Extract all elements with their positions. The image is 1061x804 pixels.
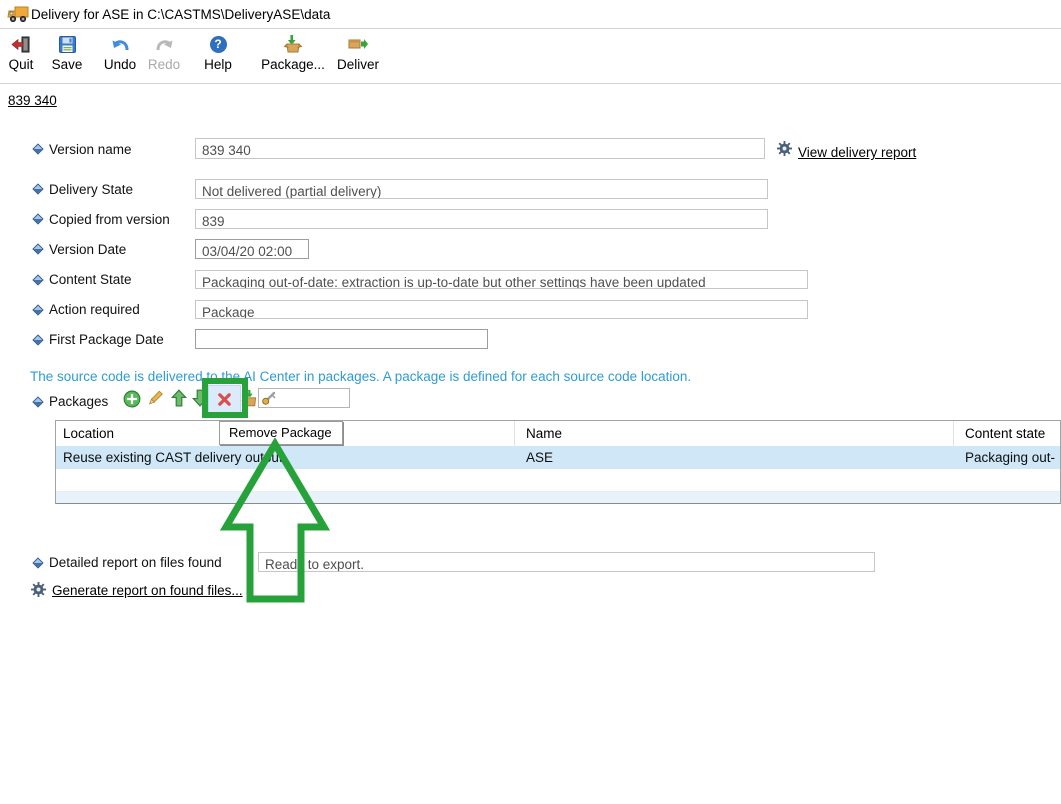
annotation-highlight-rectangle [202, 378, 248, 418]
bullet-diamond-icon [32, 274, 43, 285]
content-state-field: Packaging out-of-date: extraction is up-… [195, 270, 808, 289]
delivery-window: Delivery for ASE in C:\CASTMS\DeliveryAS… [0, 0, 1061, 804]
action-required-label: Action required [49, 302, 140, 317]
toolbar-separator [0, 83, 1061, 84]
table-row-selected[interactable]: Reuse existing CAST delivery output ASE … [56, 446, 1060, 469]
undo-label: Undo [96, 57, 144, 72]
content-state-label: Content State [49, 272, 132, 287]
undo-arrow-icon [96, 33, 144, 55]
quit-label: Quit [0, 57, 42, 72]
package-button[interactable]: Package... [259, 33, 327, 79]
first-package-date-field[interactable] [195, 329, 488, 349]
bullet-diamond-icon [32, 334, 43, 345]
package-label: Package... [259, 57, 327, 72]
cell-name: ASE [526, 450, 553, 465]
quit-button[interactable]: Quit [0, 33, 42, 79]
floppy-disk-icon [45, 33, 89, 55]
save-label: Save [45, 57, 89, 72]
help-label: Help [194, 57, 242, 72]
redo-arrow-icon [140, 33, 188, 55]
help-button[interactable]: ? Help [194, 33, 242, 79]
table-header-row: Location Name Content state [56, 421, 1060, 446]
packages-table: Location Name Content state Reuse existi… [55, 420, 1061, 504]
bullet-diamond-icon [32, 243, 43, 254]
copied-from-version-label: Copied from version [49, 212, 170, 227]
annotation-up-arrow [215, 438, 340, 606]
copied-from-version-field: 839 [195, 209, 768, 229]
detailed-report-label: Detailed report on files found [49, 555, 222, 570]
package-import-icon [259, 33, 327, 55]
table-horizontal-scrollbar[interactable] [56, 492, 1060, 503]
save-button[interactable]: Save [45, 33, 89, 79]
view-report-gear-icon [777, 141, 792, 156]
view-delivery-report-link[interactable]: View delivery report [798, 145, 916, 160]
delivery-state-label: Delivery State [49, 182, 133, 197]
redo-label: Redo [140, 57, 188, 72]
add-package-icon[interactable] [123, 390, 141, 408]
redo-button: Redo [140, 33, 188, 79]
table-empty-row [56, 469, 1060, 492]
first-package-date-label: First Package Date [49, 332, 164, 347]
detailed-report-field: Ready to export. [258, 552, 875, 572]
move-up-icon[interactable] [170, 389, 188, 407]
exit-door-icon [0, 33, 42, 55]
packages-info-text: The source code is delivered to the AI C… [30, 369, 691, 384]
cell-content-state: Packaging out- [965, 450, 1055, 465]
bullet-diamond-icon [32, 213, 43, 224]
column-header-location[interactable]: Location [63, 426, 114, 441]
column-header-name[interactable]: Name [526, 426, 562, 441]
delivery-state-field: Not delivered (partial delivery) [195, 179, 768, 199]
deliver-label: Deliver [330, 57, 386, 72]
action-required-field: Package [195, 300, 808, 319]
help-question-icon: ? [194, 33, 242, 55]
bullet-diamond-icon [32, 557, 43, 568]
version-name-field[interactable]: 839 340 [195, 138, 765, 159]
bullet-diamond-icon [32, 143, 43, 154]
version-date-label: Version Date [49, 242, 126, 257]
generate-report-gear-icon [31, 582, 46, 597]
column-header-content-state[interactable]: Content state [965, 426, 1045, 441]
bullet-diamond-icon [32, 396, 43, 407]
delivery-truck-icon [7, 5, 29, 23]
title-bar: Delivery for ASE in C:\CASTMS\DeliveryAS… [0, 0, 1061, 29]
edit-package-icon[interactable] [146, 389, 164, 407]
packages-label: Packages [49, 394, 108, 409]
package-deliver-icon [330, 33, 386, 55]
deliver-button[interactable]: Deliver [330, 33, 386, 79]
version-name-label: Version name [49, 142, 132, 157]
packages-filter-input[interactable] [258, 388, 350, 408]
bullet-diamond-icon [32, 304, 43, 315]
bullet-diamond-icon [32, 183, 43, 194]
version-date-field[interactable]: 03/04/20 02:00 [195, 239, 309, 259]
version-heading-link[interactable]: 839 340 [8, 93, 57, 108]
undo-button[interactable]: Undo [96, 33, 144, 79]
window-title: Delivery for ASE in C:\CASTMS\DeliveryAS… [31, 7, 330, 22]
